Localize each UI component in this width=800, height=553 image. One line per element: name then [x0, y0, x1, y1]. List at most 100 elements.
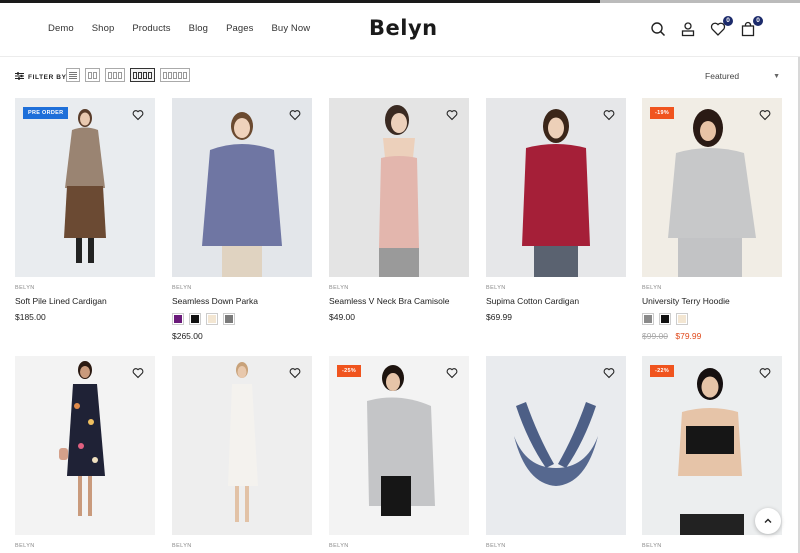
nav-item-products[interactable]: Products: [132, 23, 170, 34]
product-brand: BELYN: [486, 285, 506, 291]
product-photo: [522, 109, 590, 277]
nav-item-pages[interactable]: Pages: [226, 23, 253, 34]
wishlist-heart-icon[interactable]: [132, 109, 144, 121]
layout-3-col-button[interactable]: [105, 68, 125, 82]
discount-badge: -19%: [650, 107, 675, 119]
discount-badge: -25%: [337, 365, 362, 377]
layout-switcher: [66, 68, 190, 82]
product-name[interactable]: Seamless Down Parka: [172, 296, 312, 306]
sort-select[interactable]: Featured ▼: [705, 71, 780, 81]
search-icon[interactable]: [650, 21, 666, 37]
main-nav: Demo Shop Products Blog Pages Buy Now: [48, 23, 328, 34]
original-price: $99.00: [642, 331, 668, 341]
product-price: $99.00 $79.99: [642, 331, 782, 341]
product-image[interactable]: [172, 356, 312, 535]
layout-4-col-button[interactable]: [130, 68, 155, 82]
layout-2-col-button[interactable]: [85, 68, 100, 82]
sort-selected: Featured: [705, 71, 740, 81]
user-icon[interactable]: [680, 21, 696, 37]
color-swatches: [172, 313, 312, 325]
product-photo: [668, 109, 756, 277]
product-price: $69.99: [486, 312, 512, 322]
product-photo: [228, 362, 258, 522]
logo[interactable]: Belyn: [369, 16, 438, 40]
product-image[interactable]: [172, 98, 312, 277]
cart-icon[interactable]: 0: [740, 16, 763, 37]
product-brand: BELYN: [642, 543, 662, 549]
wishlist-count-badge: 0: [723, 16, 733, 26]
wishlist-heart-icon[interactable]: [289, 109, 301, 121]
scroll-to-top-button[interactable]: [755, 508, 781, 534]
product-photo: [202, 112, 282, 277]
swatch-gray[interactable]: [642, 313, 654, 325]
product-card[interactable]: BELYN Seamless Down Parka $265.00: [172, 98, 312, 341]
product-card[interactable]: -19% BELYN University Terry Hoodie $99.0…: [642, 98, 782, 341]
nav-item-demo[interactable]: Demo: [48, 23, 74, 34]
wishlist-heart-icon[interactable]: [603, 109, 615, 121]
product-card[interactable]: PRE ORDER BELYN Soft Pile Lined Cardigan…: [15, 98, 155, 322]
swatch-cream[interactable]: [206, 313, 218, 325]
layout-list-button[interactable]: [66, 68, 80, 82]
product-image[interactable]: PRE ORDER: [15, 98, 155, 277]
cart-count-badge: 0: [753, 16, 763, 26]
product-brand: BELYN: [486, 543, 506, 549]
product-image[interactable]: -22%: [642, 356, 782, 535]
product-image[interactable]: -19%: [642, 98, 782, 277]
nav-item-shop[interactable]: Shop: [92, 23, 115, 34]
sale-price: $79.99: [675, 331, 702, 341]
product-brand: BELYN: [329, 285, 349, 291]
shop-toolbar: FILTER BY Featured ▼: [0, 62, 800, 92]
swatch-purple[interactable]: [172, 313, 184, 325]
discount-badge: -22%: [650, 365, 675, 377]
swatch-gray[interactable]: [223, 313, 235, 325]
wishlist-heart-icon[interactable]: [132, 367, 144, 379]
wishlist-heart-icon[interactable]: [759, 109, 771, 121]
wishlist-heart-icon[interactable]: [759, 367, 771, 379]
product-photo: [678, 368, 744, 535]
product-card[interactable]: BELYN Supima Cotton Cardigan $69.99: [486, 98, 626, 322]
product-price: $49.00: [329, 312, 355, 322]
nav-item-blog[interactable]: Blog: [189, 23, 208, 34]
color-swatches: [642, 313, 782, 325]
product-photo: [59, 361, 105, 516]
product-card[interactable]: BELYN: [172, 356, 312, 549]
product-image[interactable]: [15, 356, 155, 535]
chevron-up-icon: [764, 518, 772, 523]
heart-icon[interactable]: 0: [710, 16, 733, 37]
product-price: $185.00: [15, 312, 46, 322]
layout-5-col-button[interactable]: [160, 68, 190, 82]
product-card[interactable]: BELYN Seamless V Neck Bra Camisole $49.0…: [329, 98, 469, 322]
product-card[interactable]: BELYN: [15, 356, 155, 549]
swatch-cream[interactable]: [676, 313, 688, 325]
product-brand: BELYN: [329, 543, 349, 549]
wishlist-heart-icon[interactable]: [446, 109, 458, 121]
swatch-black[interactable]: [189, 313, 201, 325]
nav-item-buy-now[interactable]: Buy Now: [272, 23, 311, 34]
product-photo: [367, 365, 435, 516]
product-image[interactable]: [329, 98, 469, 277]
header-icons: 0 0: [650, 16, 763, 37]
product-name[interactable]: Supima Cotton Cardigan: [486, 296, 626, 306]
wishlist-heart-icon[interactable]: [446, 367, 458, 379]
product-photo: [64, 109, 106, 263]
product-photo: [379, 105, 419, 277]
wishlist-heart-icon[interactable]: [289, 367, 301, 379]
product-name[interactable]: Soft Pile Lined Cardigan: [15, 296, 155, 306]
product-brand: BELYN: [642, 285, 662, 291]
product-name[interactable]: Seamless V Neck Bra Camisole: [329, 296, 469, 306]
wishlist-heart-icon[interactable]: [603, 367, 615, 379]
product-card[interactable]: -25% BELYN: [329, 356, 469, 549]
product-price: $265.00: [172, 331, 203, 341]
filter-label: FILTER BY: [28, 73, 67, 81]
product-brand: BELYN: [172, 543, 192, 549]
product-name[interactable]: University Terry Hoodie: [642, 296, 782, 306]
product-image[interactable]: -25%: [329, 356, 469, 535]
product-image[interactable]: [486, 98, 626, 277]
swatch-black[interactable]: [659, 313, 671, 325]
filter-by-button[interactable]: FILTER BY: [15, 72, 67, 82]
product-photo: [514, 402, 598, 486]
product-image[interactable]: [486, 356, 626, 535]
product-brand: BELYN: [172, 285, 192, 291]
product-brand: BELYN: [15, 543, 35, 549]
product-card[interactable]: BELYN: [486, 356, 626, 549]
